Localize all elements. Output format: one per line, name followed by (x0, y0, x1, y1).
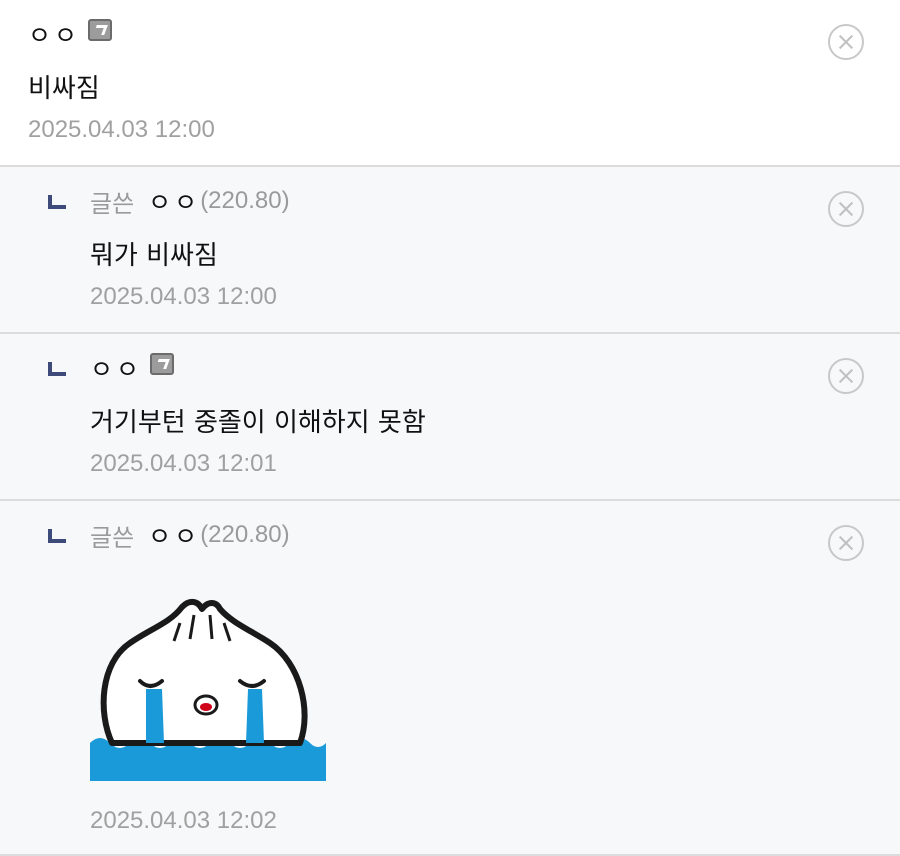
fixed-nick-badge-icon (88, 19, 113, 41)
delete-comment-button[interactable] (828, 525, 864, 561)
comment-author: 글쓴 ㅇㅇ (220.80) (90, 517, 290, 553)
crying-dumpling-sticker[interactable] (90, 593, 326, 781)
reply-comment: 글쓴 ㅇㅇ (220.80) 뭐가 비싸짐 2025.04.03 12:00 (0, 167, 900, 334)
delete-comment-button[interactable] (828, 24, 864, 60)
comment-timestamp: 2025.04.03 12:00 (90, 283, 277, 310)
nickname[interactable]: ㅇㅇ (90, 350, 142, 386)
comment-timestamp: 2025.04.03 12:01 (90, 450, 277, 477)
reply-arrow-icon (48, 195, 66, 209)
comment: ㅇㅇ 비싸짐 2025.04.03 12:00 (0, 0, 900, 167)
writer-tag: 글쓴 (90, 523, 135, 552)
comment-timestamp: 2025.04.03 12:00 (28, 116, 215, 143)
nickname[interactable]: ㅇㅇ (148, 517, 200, 553)
comment-text: 거기부턴 중졸이 이해하지 못함 (90, 408, 426, 438)
delete-comment-button[interactable] (828, 358, 864, 394)
comment-list: ㅇㅇ 비싸짐 2025.04.03 12:00 글쓴 ㅇㅇ (220.80) 뭐… (0, 0, 900, 856)
fixed-nick-badge-icon (150, 353, 175, 375)
writer-tag: 글쓴 (90, 189, 135, 218)
delete-comment-button[interactable] (828, 191, 864, 227)
comment-author: 글쓴 ㅇㅇ (220.80) (90, 183, 290, 219)
comment-text: 뭐가 비싸짐 (90, 241, 218, 271)
ip-address: (220.80) (200, 521, 290, 548)
nickname[interactable]: ㅇㅇ (28, 16, 80, 52)
ip-address: (220.80) (200, 187, 290, 214)
comment-author: ㅇㅇ (28, 16, 113, 52)
comment-author: ㅇㅇ (90, 350, 175, 386)
reply-arrow-icon (48, 529, 66, 543)
reply-comment: 글쓴 ㅇㅇ (220.80) 2025.04.03 12:02 (0, 501, 900, 856)
reply-arrow-icon (48, 362, 66, 376)
nickname[interactable]: ㅇㅇ (148, 183, 200, 219)
comment-text: 비싸짐 (28, 74, 100, 104)
reply-comment: ㅇㅇ 거기부턴 중졸이 이해하지 못함 2025.04.03 12:01 (0, 334, 900, 501)
comment-timestamp: 2025.04.03 12:02 (90, 807, 277, 834)
